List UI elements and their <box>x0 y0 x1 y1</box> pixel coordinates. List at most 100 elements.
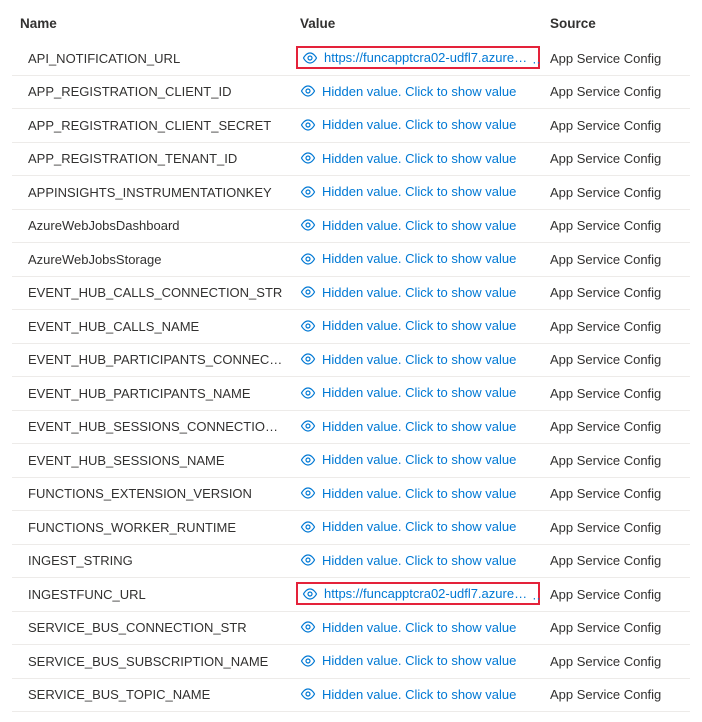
value-text: https://funcapptcra02-udfl7.azurewebsit <box>324 586 534 601</box>
show-value-button[interactable]: Hidden value. Click to show value <box>300 84 516 99</box>
show-value-button[interactable]: Hidden value. Click to show value <box>300 519 516 534</box>
table-header-row: Name Value Source <box>12 10 690 42</box>
setting-name[interactable]: EVENT_HUB_CALLS_NAME <box>12 310 292 344</box>
setting-name[interactable]: EVENT_HUB_PARTICIPANTS_CONNECTION_STR <box>12 343 292 377</box>
setting-source: App Service Config <box>542 176 690 210</box>
show-value-button[interactable]: Hidden value. Click to show value <box>300 620 516 635</box>
setting-name[interactable]: API_NOTIFICATION_URL <box>12 42 292 76</box>
setting-name[interactable]: EVENT_HUB_PARTICIPANTS_NAME <box>12 377 292 411</box>
value-text: Hidden value. Click to show value <box>322 419 516 434</box>
setting-source: App Service Config <box>542 377 690 411</box>
show-value-button[interactable]: Hidden value. Click to show value <box>300 151 516 166</box>
show-value-button[interactable]: Hidden value. Click to show value <box>300 687 516 702</box>
setting-source: App Service Config <box>542 578 690 612</box>
setting-name[interactable]: EVENT_HUB_SESSIONS_CONNECTION_STR <box>12 410 292 444</box>
value-text: Hidden value. Click to show value <box>322 452 516 467</box>
value-text: Hidden value. Click to show value <box>322 184 516 199</box>
show-value-button[interactable]: Hidden value. Click to show value <box>300 251 516 266</box>
show-value-button[interactable]: Hidden value. Click to show value <box>300 117 516 132</box>
setting-value-cell: Hidden value. Click to show value <box>292 678 542 712</box>
value-text: Hidden value. Click to show value <box>322 251 516 266</box>
setting-source: App Service Config <box>542 109 690 143</box>
show-value-button[interactable]: Hidden value. Click to show value <box>300 285 516 300</box>
eye-icon <box>300 453 316 467</box>
table-row: APP_REGISTRATION_TENANT_ID Hidden value. … <box>12 142 690 176</box>
eye-icon <box>300 319 316 333</box>
table-row: AzureWebJobsDashboard Hidden value. Click… <box>12 209 690 243</box>
setting-value-cell: Hidden value. Click to show value <box>292 645 542 679</box>
show-value-button[interactable]: Hidden value. Click to show value <box>300 452 516 467</box>
show-value-button[interactable]: Hidden value. Click to show value <box>300 218 516 233</box>
show-value-button[interactable]: Hidden value. Click to show value <box>300 486 516 501</box>
show-value-button[interactable]: Hidden value. Click to show value <box>300 318 516 333</box>
setting-name[interactable]: APP_REGISTRATION_CLIENT_ID <box>12 75 292 109</box>
table-row: SERVICE_BUS_TOPIC_NAME Hidden value. Clic… <box>12 678 690 712</box>
setting-source: App Service Config <box>542 42 690 76</box>
value-text: https://funcapptcra02-udfl7.azurewebsit <box>324 50 534 65</box>
setting-value-cell: Hidden value. Click to show value <box>292 176 542 210</box>
setting-source: App Service Config <box>542 611 690 645</box>
setting-value-cell: Hidden value. Click to show value <box>292 377 542 411</box>
table-row: FUNCTIONS_EXTENSION_VERSION Hidden value.… <box>12 477 690 511</box>
eye-icon <box>300 352 316 366</box>
show-value-button[interactable]: Hidden value. Click to show value <box>300 385 516 400</box>
setting-source: App Service Config <box>542 75 690 109</box>
setting-value-cell: https://funcapptcra02-udfl7.azurewebsit <box>292 578 542 612</box>
value-text: Hidden value. Click to show value <box>322 687 516 702</box>
setting-source: App Service Config <box>542 645 690 679</box>
show-value-button[interactable]: Hidden value. Click to show value <box>300 184 516 199</box>
setting-name[interactable]: AzureWebJobsStorage <box>12 243 292 277</box>
value-text: Hidden value. Click to show value <box>322 84 516 99</box>
value-text: Hidden value. Click to show value <box>322 218 516 233</box>
table-row: APP_REGISTRATION_CLIENT_SECRET Hidden val… <box>12 109 690 143</box>
eye-icon <box>302 51 318 65</box>
setting-name[interactable]: SERVICE_BUS_CONNECTION_STR <box>12 611 292 645</box>
setting-source: App Service Config <box>542 410 690 444</box>
setting-name[interactable]: AzureWebJobsDashboard <box>12 209 292 243</box>
setting-value[interactable]: https://funcapptcra02-udfl7.azurewebsit <box>296 582 540 605</box>
table-row: AzureWebJobsStorage Hidden value. Click t… <box>12 243 690 277</box>
table-row: SERVICE_BUS_SUBSCRIPTION_NAME Hidden valu… <box>12 645 690 679</box>
setting-value-cell: Hidden value. Click to show value <box>292 75 542 109</box>
setting-name[interactable]: APPINSIGHTS_INSTRUMENTATIONKEY <box>12 176 292 210</box>
value-text: Hidden value. Click to show value <box>322 352 516 367</box>
setting-value-cell: Hidden value. Click to show value <box>292 243 542 277</box>
eye-icon <box>300 687 316 701</box>
setting-name[interactable]: FUNCTIONS_EXTENSION_VERSION <box>12 477 292 511</box>
setting-name[interactable]: FUNCTIONS_WORKER_RUNTIME <box>12 511 292 545</box>
setting-value-cell: Hidden value. Click to show value <box>292 276 542 310</box>
setting-value-cell: Hidden value. Click to show value <box>292 477 542 511</box>
value-text: Hidden value. Click to show value <box>322 553 516 568</box>
value-text: Hidden value. Click to show value <box>322 519 516 534</box>
setting-name[interactable]: EVENT_HUB_CALLS_CONNECTION_STR <box>12 276 292 310</box>
setting-value-cell: Hidden value. Click to show value <box>292 209 542 243</box>
setting-value-cell: Hidden value. Click to show value <box>292 142 542 176</box>
setting-value-cell: Hidden value. Click to show value <box>292 410 542 444</box>
eye-icon <box>300 654 316 668</box>
column-header-value[interactable]: Value <box>292 10 542 42</box>
eye-icon <box>300 520 316 534</box>
value-text: Hidden value. Click to show value <box>322 151 516 166</box>
eye-icon <box>300 185 316 199</box>
table-row: INGESTFUNC_URL https://funcapptcra02-udfl… <box>12 578 690 612</box>
setting-source: App Service Config <box>542 444 690 478</box>
setting-name[interactable]: APP_REGISTRATION_TENANT_ID <box>12 142 292 176</box>
column-header-source[interactable]: Source <box>542 10 690 42</box>
setting-name[interactable]: SERVICE_BUS_SUBSCRIPTION_NAME <box>12 645 292 679</box>
show-value-button[interactable]: Hidden value. Click to show value <box>300 419 516 434</box>
setting-name[interactable]: INGEST_STRING <box>12 544 292 578</box>
column-header-name[interactable]: Name <box>12 10 292 42</box>
eye-icon <box>300 84 316 98</box>
value-text: Hidden value. Click to show value <box>322 285 516 300</box>
show-value-button[interactable]: Hidden value. Click to show value <box>300 553 516 568</box>
eye-icon <box>302 587 318 601</box>
show-value-button[interactable]: Hidden value. Click to show value <box>300 352 516 367</box>
show-value-button[interactable]: Hidden value. Click to show value <box>300 653 516 668</box>
setting-name[interactable]: APP_REGISTRATION_CLIENT_SECRET <box>12 109 292 143</box>
setting-name[interactable]: EVENT_HUB_SESSIONS_NAME <box>12 444 292 478</box>
table-row: API_NOTIFICATION_URL https://funcapptcra0… <box>12 42 690 76</box>
setting-name[interactable]: SERVICE_BUS_TOPIC_NAME <box>12 678 292 712</box>
value-text: Hidden value. Click to show value <box>322 653 516 668</box>
setting-name[interactable]: INGESTFUNC_URL <box>12 578 292 612</box>
setting-value[interactable]: https://funcapptcra02-udfl7.azurewebsit <box>296 46 540 69</box>
